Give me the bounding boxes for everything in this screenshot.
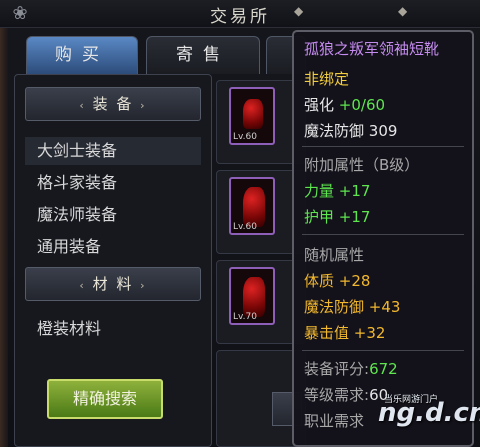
crit-stat: 暴击值 +32 bbox=[304, 322, 385, 343]
category-header-equipment[interactable]: ‹ 装 备 › bbox=[25, 87, 201, 121]
class-requirement: 职业需求 bbox=[304, 412, 365, 430]
strength-label: 力量 bbox=[304, 182, 335, 200]
armor-label: 护甲 bbox=[304, 208, 335, 226]
chevron-right-icon: › bbox=[140, 99, 147, 112]
item-icon: Lv.70 bbox=[229, 267, 275, 325]
divider bbox=[302, 234, 464, 235]
extra-attributes-header: 附加属性（B级） bbox=[304, 156, 420, 174]
category-item-mage[interactable]: 魔法师装备 bbox=[25, 201, 201, 229]
divider bbox=[302, 146, 464, 147]
constitution-label: 体质 bbox=[304, 272, 335, 290]
constitution-stat: 体质 +28 bbox=[304, 270, 370, 291]
constitution-value: +28 bbox=[338, 272, 371, 290]
precise-search-button[interactable]: 精确搜索 bbox=[47, 379, 163, 419]
item-icon: Lv.60 bbox=[229, 87, 275, 145]
boot-icon bbox=[243, 277, 265, 317]
chevron-left-icon: ‹ bbox=[79, 279, 86, 292]
category-header-equipment-label: 装 备 bbox=[92, 95, 134, 113]
equipment-score: 装备评分:672 bbox=[304, 358, 398, 379]
random-magic-defense-label: 魔法防御 bbox=[304, 298, 365, 316]
watermark-logo: ng.d.cn bbox=[378, 398, 480, 428]
bind-status: 非绑定 bbox=[304, 70, 350, 88]
equipment-score-value: 672 bbox=[369, 360, 398, 378]
chevron-right-icon: › bbox=[140, 279, 147, 292]
category-header-materials-label: 材 料 bbox=[92, 275, 134, 293]
item-level: Lv.60 bbox=[233, 222, 257, 232]
armor-stat: 护甲 +17 bbox=[304, 206, 370, 227]
crit-value: +32 bbox=[353, 324, 386, 342]
magic-defense-value: 309 bbox=[368, 122, 398, 140]
item-name: 孤狼之叛军领袖短靴 bbox=[304, 40, 440, 58]
enhance-stat: 强化 +0/60 bbox=[304, 94, 385, 115]
tab-sell[interactable]: 寄售 bbox=[146, 36, 260, 74]
trade-window: ❀ ◆ 交易所 ◆ 购买 寄售 ‹ 装 备 › 大剑士装备 格斗家装备 魔法师装… bbox=[0, 0, 480, 447]
magic-defense-stat: 魔法防御 309 bbox=[304, 120, 397, 141]
tab-buy[interactable]: 购买 bbox=[26, 36, 138, 74]
armor-value: +17 bbox=[338, 208, 371, 226]
left-border-decoration bbox=[0, 28, 8, 447]
item-tooltip: 孤狼之叛军领袖短靴 非绑定 强化 +0/60 魔法防御 309 附加属性（B级）… bbox=[292, 30, 474, 447]
enhance-label: 强化 bbox=[304, 96, 335, 114]
magic-defense-label: 魔法防御 bbox=[304, 122, 365, 140]
equipment-score-label: 装备评分: bbox=[304, 360, 370, 378]
strength-value: +17 bbox=[338, 182, 371, 200]
category-item-swordsman[interactable]: 大剑士装备 bbox=[25, 137, 201, 165]
category-item-fighter[interactable]: 格斗家装备 bbox=[25, 169, 201, 197]
chevron-left-icon: ‹ bbox=[79, 99, 86, 112]
random-magic-defense-stat: 魔法防御 +43 bbox=[304, 296, 400, 317]
title-right-arrow-icon: ◆ bbox=[398, 4, 408, 18]
category-item-orange-materials[interactable]: 橙装材料 bbox=[25, 315, 201, 343]
boot-icon bbox=[243, 187, 265, 227]
strength-stat: 力量 +17 bbox=[304, 180, 370, 201]
random-magic-defense-value: +43 bbox=[368, 298, 401, 316]
level-requirement: 等级需求:60 bbox=[304, 384, 388, 405]
window-title: 交易所 bbox=[210, 7, 270, 27]
item-icon: Lv.60 bbox=[229, 177, 275, 235]
random-attributes-header: 随机属性 bbox=[304, 246, 365, 264]
enhance-value: +0/60 bbox=[338, 96, 386, 114]
category-panel: ‹ 装 备 › 大剑士装备 格斗家装备 魔法师装备 通用装备 ‹ 材 料 › 橙… bbox=[14, 74, 212, 447]
crit-label: 暴击值 bbox=[304, 324, 350, 342]
item-level: Lv.70 bbox=[233, 312, 257, 322]
item-level: Lv.60 bbox=[233, 132, 257, 142]
category-header-materials[interactable]: ‹ 材 料 › bbox=[25, 267, 201, 301]
category-item-general[interactable]: 通用装备 bbox=[25, 233, 201, 261]
title-bar: ❀ ◆ 交易所 ◆ bbox=[0, 0, 480, 28]
divider bbox=[302, 350, 464, 351]
level-requirement-label: 等级需求: bbox=[304, 386, 370, 404]
boot-icon bbox=[243, 99, 263, 129]
